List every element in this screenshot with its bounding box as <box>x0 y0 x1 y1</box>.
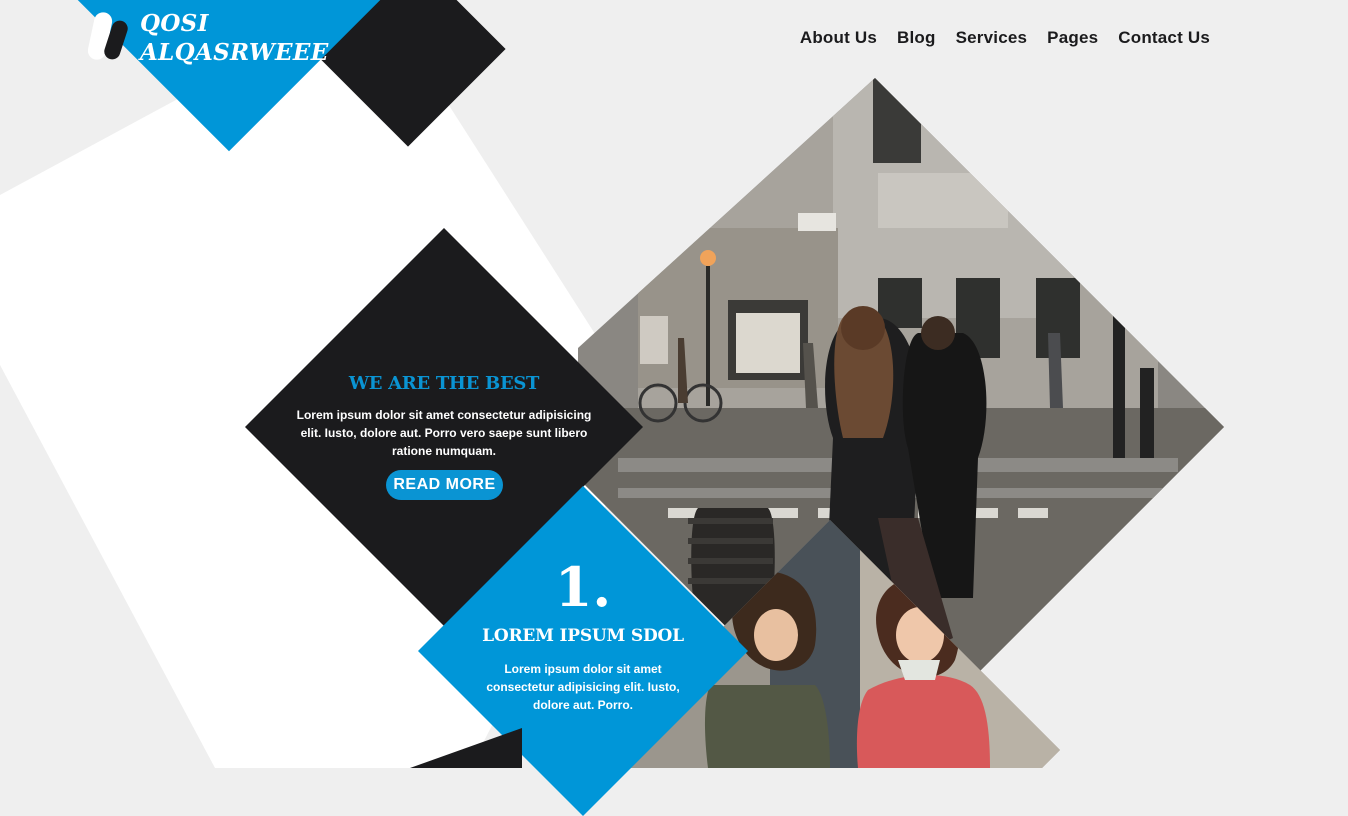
nav-about-us[interactable]: About Us <box>800 28 877 48</box>
main-nav: About Us Blog Services Pages Contact Us <box>800 28 1210 48</box>
brand-name: QOSI ALQASRWEEE <box>140 9 360 67</box>
feature-title: LOREM IPSUM SDOL <box>482 626 684 646</box>
nav-pages[interactable]: Pages <box>1047 28 1098 48</box>
pill-logo-icon <box>88 12 128 60</box>
brand-name-line1: QOSI <box>140 10 209 37</box>
hero-body-text: Lorem ipsum dolor sit amet consectetur a… <box>296 408 592 458</box>
feature-text: Lorem ipsum dolor sit amet consectetur a… <box>486 662 680 712</box>
nav-contact-us[interactable]: Contact Us <box>1118 28 1210 48</box>
nav-blog[interactable]: Blog <box>897 28 936 48</box>
hero-headline: WE ARE THE BEST <box>348 373 540 394</box>
read-more-button[interactable]: READ MORE <box>386 470 503 500</box>
nav-services[interactable]: Services <box>956 28 1028 48</box>
brand-name-line2: ALQASRWEEE <box>140 39 329 66</box>
